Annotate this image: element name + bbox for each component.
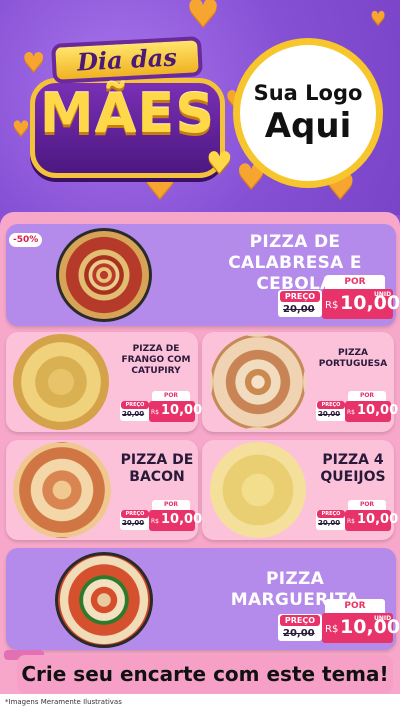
- product-name: PIZZA DE BACON: [120, 452, 194, 485]
- title-top: Dia das: [51, 36, 203, 84]
- logo-line-1: Sua Logo: [253, 81, 363, 105]
- title-main: MÃES: [39, 82, 216, 145]
- header-banner: ♥ ♥ ♥ ♥ ♥ ♥ ♥ ♥ Dia das MÃES ♥ Sua Logo …: [0, 0, 400, 215]
- por-label: POR: [325, 599, 385, 613]
- new-price: R$ 10,00: [149, 401, 202, 422]
- price-tag: PREÇO 20,00 POR R$ 10,00: [120, 391, 202, 423]
- old-price: 20,00: [122, 410, 145, 418]
- discount-badge: -50%: [9, 233, 43, 247]
- product-name: PIZZA DE FRANGO COM CATUPIRY: [121, 344, 191, 376]
- pizza-image: [13, 334, 109, 430]
- product-name: PIZZA PORTUGUESA: [318, 348, 388, 369]
- title-logo: Dia das MÃES ♥: [30, 36, 233, 188]
- old-price: 20,00: [122, 519, 145, 527]
- old-price: 20,00: [283, 304, 315, 315]
- old-price: 20,00: [283, 628, 315, 639]
- new-price: R$ 10,00 UNID: [322, 289, 400, 319]
- heart-icon: ♥: [206, 146, 233, 181]
- heart-icon: ♥: [370, 8, 387, 29]
- price-label: PREÇO: [317, 401, 345, 409]
- pizza-image: [13, 442, 111, 538]
- old-price: 20,00: [318, 410, 341, 418]
- por-label: POR: [325, 275, 385, 289]
- new-price: R$ 10,00: [345, 401, 398, 422]
- old-price: 20,00: [318, 519, 341, 527]
- price-tag: PREÇO 20,00 POR R$ 10,00 UNID: [278, 275, 400, 320]
- pizza-image: [210, 442, 306, 538]
- price-label: PREÇO: [121, 401, 149, 409]
- price-tag: PREÇO 20,00 POR R$ 10,00: [316, 391, 398, 423]
- product-name: PIZZA 4 QUEIJOS: [320, 452, 386, 485]
- heart-icon: ♥: [12, 116, 30, 140]
- price-tag: PREÇO 20,00 POR R$ 10,00 UNID: [278, 599, 400, 644]
- logo-line-2: Aqui: [264, 106, 352, 146]
- price-label: PREÇO: [317, 510, 345, 518]
- por-label: POR: [348, 391, 386, 401]
- por-label: POR: [152, 391, 190, 401]
- price-tag: PREÇO 20,00 POR R$ 10,00: [316, 500, 398, 532]
- price-label: PREÇO: [280, 291, 320, 302]
- new-price: R$ 10,00: [345, 510, 398, 531]
- price-label: PREÇO: [121, 510, 149, 518]
- price-tag: PREÇO 20,00 POR R$ 10,00: [120, 500, 202, 532]
- footer-disclaimer: *Imagens Meramente Ilustrativas: [0, 694, 400, 711]
- por-label: POR: [152, 500, 190, 510]
- pizza-image: [56, 228, 152, 322]
- new-price: R$ 10,00 UNID: [322, 613, 400, 643]
- pizza-image: [210, 334, 306, 430]
- pizza-image: [55, 552, 153, 648]
- logo-placeholder: Sua Logo Aqui: [233, 38, 383, 188]
- price-label: PREÇO: [280, 615, 320, 626]
- new-price: R$ 10,00: [149, 510, 202, 531]
- cta-banner[interactable]: Crie seu encarte com este tema!: [17, 655, 393, 693]
- por-label: POR: [348, 500, 386, 510]
- heart-icon: ♥: [186, 0, 221, 35]
